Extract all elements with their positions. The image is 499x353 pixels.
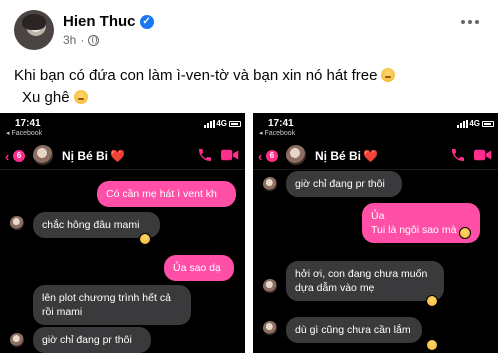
contact-name: Nị Bé Bi ❤️: [315, 149, 378, 163]
back-chevron-icon: ‹: [5, 149, 10, 164]
message-incoming: giờ chỉ đang pr thôi: [286, 171, 402, 197]
back-to-app-link: ◂ Facebook: [6, 130, 43, 137]
reaction-emoji-icon: [139, 233, 151, 245]
post-text-line-2: Xu ghê: [14, 87, 395, 109]
heart-emoji: ❤️: [110, 149, 125, 163]
status-clock: 17:41: [268, 118, 294, 129]
author-avatar[interactable]: [14, 10, 54, 50]
sender-avatar: [263, 321, 277, 335]
message-incoming: lên plot chương trình hết cả rồi mami: [33, 285, 191, 325]
battery-icon: [229, 121, 241, 127]
contact-avatar: [33, 145, 53, 165]
sweat-emoji-icon: [73, 90, 88, 104]
author-name[interactable]: Hien Thuc: [63, 13, 136, 30]
sender-avatar: [10, 216, 24, 230]
phone-call-icon: [199, 149, 211, 161]
reaction-emoji-icon: [459, 227, 471, 239]
post-meta: Hien Thuc ✓ 3h ·: [63, 13, 154, 47]
more-options-button[interactable]: [455, 13, 485, 31]
separator-dot: ·: [80, 33, 85, 47]
unread-badge: 6: [266, 150, 278, 162]
sender-avatar: [263, 279, 277, 293]
heart-emoji: ❤️: [363, 149, 378, 163]
verified-badge-icon: ✓: [139, 14, 154, 29]
post-text-line-1-content: Khi bạn có đứa con làm ì-ven-tờ và bạn x…: [14, 67, 378, 84]
signal-icon: [204, 120, 215, 128]
post-text: Khi bạn có đứa con làm ì-ven-tờ và bạn x…: [14, 65, 396, 109]
post-header: Hien Thuc ✓ 3h ·: [14, 9, 154, 51]
signal-icon: [457, 120, 468, 128]
chat-screenshot-left[interactable]: 17:41 4G ◂ Facebook ‹ 6 Nị Bé Bi ❤️ Có cầ…: [0, 113, 245, 353]
post-text-line-1: Khi bạn có đứa con làm ì-ven-tờ và bạn x…: [14, 65, 396, 87]
video-call-icon: [221, 149, 239, 161]
message-incoming: dù gì cũng chưa cần lắm: [286, 317, 422, 343]
sweat-emoji-icon: [381, 68, 396, 82]
message-incoming: giờ chỉ đang pr thôi: [33, 327, 151, 353]
time-row: 3h ·: [63, 33, 154, 47]
chat-header: ‹ 6 Nị Bé Bi ❤️: [253, 142, 498, 170]
message-outgoing: Có cần mẹ hát ì vent kh: [97, 181, 236, 207]
more-dot-icon: [461, 20, 465, 24]
more-dot-icon: [475, 20, 479, 24]
video-call-icon: [474, 149, 492, 161]
contact-name: Nị Bé Bi ❤️: [62, 149, 125, 163]
unread-badge: 6: [13, 150, 25, 162]
battery-icon: [482, 121, 494, 127]
more-dot-icon: [468, 20, 472, 24]
contact-name-text: Nị Bé Bi: [62, 149, 109, 163]
globe-icon: [88, 34, 100, 46]
message-incoming: hởi ơi, con đang chưa muốn dựa dẫm vào m…: [286, 261, 444, 301]
contact-avatar: [286, 145, 306, 165]
phone-call-icon: [452, 149, 464, 161]
contact-name-text: Nị Bé Bi: [315, 149, 362, 163]
network-label: 4G: [216, 119, 227, 128]
sender-avatar: [10, 333, 24, 347]
back-to-app-link: ◂ Facebook: [259, 130, 296, 137]
post-time[interactable]: 3h: [63, 33, 76, 47]
message-outgoing: Ủa sao dạ: [164, 255, 234, 281]
post-text-line-2-content: Xu ghê: [22, 89, 70, 106]
chat-screenshot-right[interactable]: 17:41 4G ◂ Facebook ‹ 6 Nị Bé Bi ❤️ giờ c…: [253, 113, 498, 353]
network-label: 4G: [469, 119, 480, 128]
status-clock: 17:41: [15, 118, 41, 129]
name-row: Hien Thuc ✓: [63, 13, 154, 30]
sender-avatar: [263, 177, 277, 191]
reaction-emoji-icon: [426, 295, 438, 307]
back-chevron-icon: ‹: [258, 149, 263, 164]
chat-header: ‹ 6 Nị Bé Bi ❤️: [0, 142, 245, 170]
reaction-emoji-icon: [426, 339, 438, 351]
